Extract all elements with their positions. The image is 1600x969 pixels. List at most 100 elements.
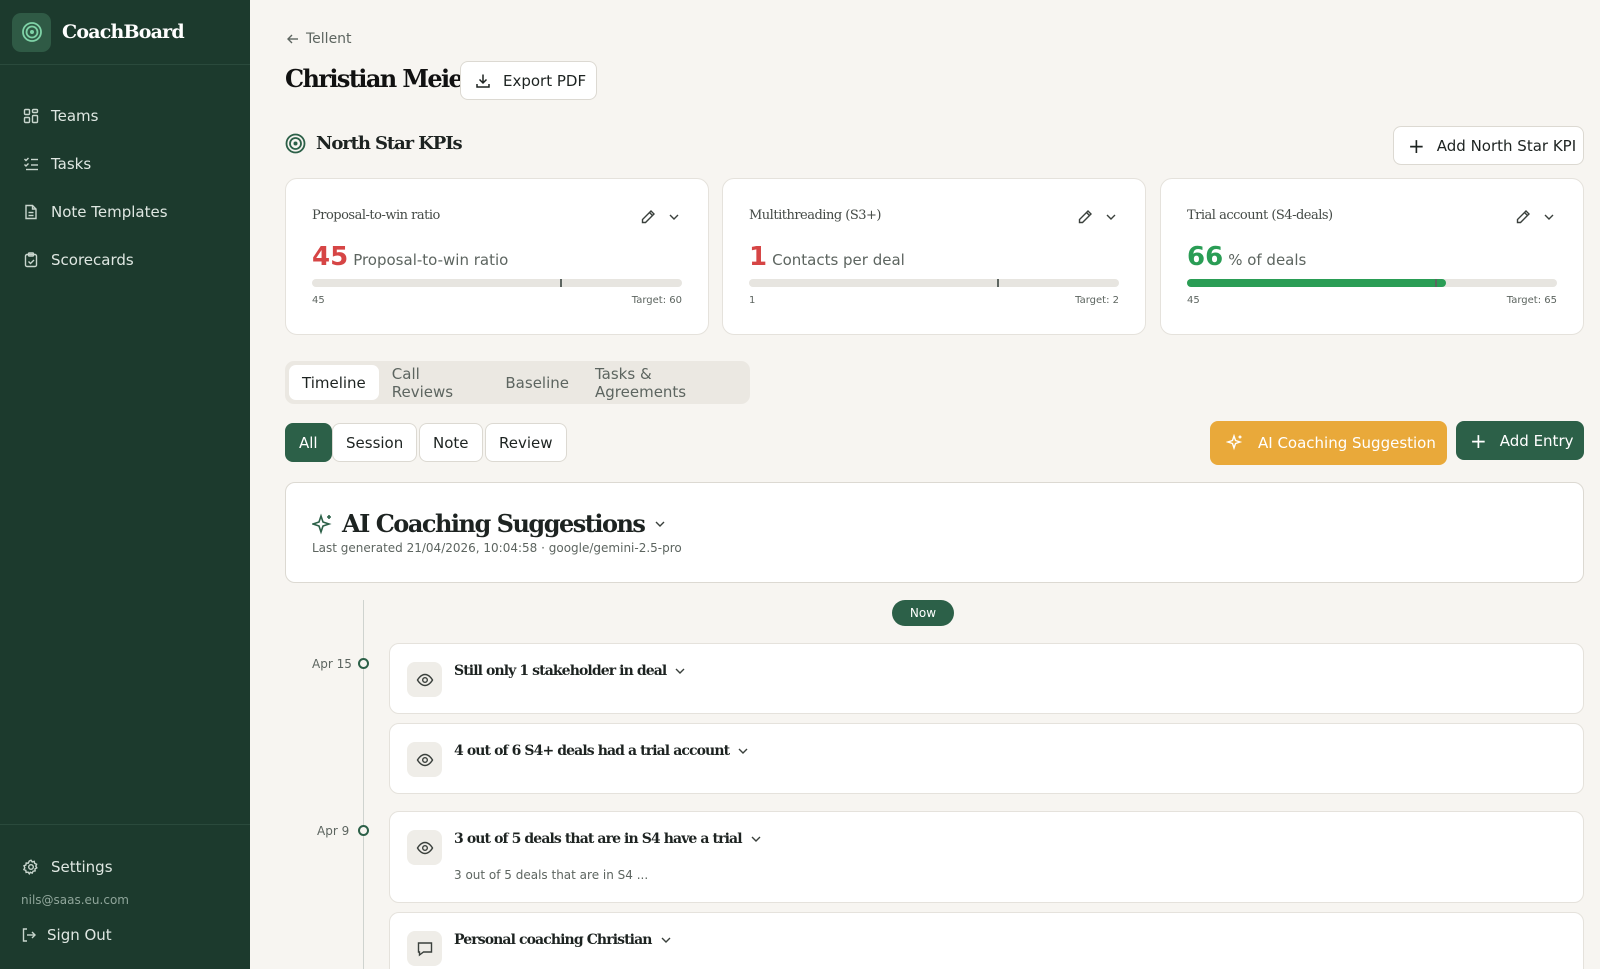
timeline-date: Apr 9 bbox=[317, 824, 350, 838]
sign-out-label: Sign Out bbox=[47, 926, 112, 944]
sidebar-footer: Settings nils@saas.eu.com Sign Out bbox=[0, 824, 250, 969]
add-entry-button[interactable]: + Add Entry bbox=[1456, 421, 1584, 460]
sidebar-item-tasks[interactable]: Tasks bbox=[0, 140, 250, 188]
kpi-actions bbox=[1515, 209, 1555, 225]
kpi-target: Target: 60 bbox=[631, 295, 682, 306]
sidebar-item-scorecards[interactable]: Scorecards bbox=[0, 236, 250, 284]
kpi-title: Proposal-to-win ratio bbox=[312, 208, 440, 223]
entry-preview: 3 out of 5 deals that are in S4 ... bbox=[454, 868, 649, 882]
eye-icon bbox=[407, 742, 442, 777]
target-logo-icon bbox=[12, 12, 51, 52]
chevron-down-icon[interactable] bbox=[1105, 211, 1117, 223]
kpi-target: Target: 65 bbox=[1506, 295, 1557, 306]
kpi-title: Trial account (S4-deals) bbox=[1187, 208, 1333, 223]
grid-icon bbox=[23, 108, 39, 124]
ai-panel-header[interactable]: AI Coaching Suggestions bbox=[312, 509, 666, 538]
export-pdf-button[interactable]: Export PDF bbox=[460, 61, 597, 100]
target-icon bbox=[285, 133, 306, 154]
timeline-entry[interactable]: 4 out of 6 S4+ deals had a trial account bbox=[389, 723, 1584, 794]
export-pdf-label: Export PDF bbox=[503, 71, 587, 90]
kpi-section-header: North Star KPIs bbox=[285, 133, 463, 154]
chevron-down-icon[interactable] bbox=[750, 833, 762, 845]
pencil-icon[interactable] bbox=[1515, 209, 1531, 225]
filter-note[interactable]: Note bbox=[419, 423, 483, 462]
gear-icon bbox=[23, 859, 38, 875]
filter-all[interactable]: All bbox=[285, 423, 332, 462]
sidebar-item-label: Scorecards bbox=[51, 251, 134, 269]
chevron-down-icon[interactable] bbox=[737, 745, 749, 757]
chevron-down-icon[interactable] bbox=[668, 211, 680, 223]
chevron-down-icon[interactable] bbox=[674, 665, 686, 677]
eye-icon bbox=[407, 830, 442, 865]
kpi-progress-bar bbox=[312, 279, 682, 287]
tab-baseline[interactable]: Baseline bbox=[492, 365, 582, 400]
filter-session[interactable]: Session bbox=[332, 423, 418, 462]
entry-title: 4 out of 6 S4+ deals had a trial account bbox=[454, 743, 749, 759]
entry-title-text: 3 out of 5 deals that are in S4 have a t… bbox=[454, 831, 743, 847]
sidebar-item-teams[interactable]: Teams bbox=[0, 92, 250, 140]
kpi-card: Multithreading (S3+) 1 Contacts per deal… bbox=[722, 178, 1146, 335]
sidebar-nav: Teams Tasks Note Templates Scorecards bbox=[0, 65, 250, 284]
timeline-date: Apr 15 bbox=[312, 657, 352, 671]
chevron-down-icon[interactable] bbox=[654, 518, 666, 530]
kpi-actions bbox=[640, 209, 680, 225]
settings-label: Settings bbox=[51, 858, 113, 876]
sidebar-item-note-templates[interactable]: Note Templates bbox=[0, 188, 250, 236]
plus-icon: + bbox=[1408, 133, 1425, 158]
settings-link[interactable]: Settings bbox=[0, 847, 250, 887]
chevron-down-icon[interactable] bbox=[1543, 211, 1555, 223]
entry-title-text: Still only 1 stakeholder in deal bbox=[454, 663, 667, 679]
tab-call-reviews[interactable]: Call Reviews bbox=[379, 365, 493, 401]
timeline-line bbox=[363, 600, 364, 969]
entry-title: Personal coaching Christian bbox=[454, 932, 672, 948]
kpi-baseline: 1 bbox=[749, 295, 756, 306]
user-email: nils@saas.eu.com bbox=[21, 893, 129, 907]
timeline-entry[interactable]: Still only 1 stakeholder in deal bbox=[389, 643, 1584, 714]
ai-panel-subtitle: Last generated 21/04/2026, 10:04:58 · go… bbox=[312, 541, 682, 555]
timeline-entry[interactable]: 3 out of 5 deals that are in S4 have a t… bbox=[389, 811, 1584, 903]
add-north-star-kpi-button[interactable]: + Add North Star KPI bbox=[1393, 126, 1584, 165]
brand[interactable]: CoachBoard bbox=[0, 0, 250, 65]
document-icon bbox=[25, 204, 37, 220]
pencil-icon[interactable] bbox=[1077, 209, 1093, 225]
kpi-unit: Contacts per deal bbox=[772, 251, 905, 269]
filter-review[interactable]: Review bbox=[485, 423, 567, 462]
sidebar-item-label: Note Templates bbox=[51, 203, 168, 221]
ai-coaching-suggestion-button[interactable]: AI Coaching Suggestion bbox=[1210, 421, 1447, 465]
back-link[interactable]: Tellent bbox=[286, 31, 352, 47]
tab-timeline[interactable]: Timeline bbox=[289, 365, 379, 400]
kpi-section-title: North Star KPIs bbox=[316, 133, 463, 154]
kpi-target-marker bbox=[996, 279, 999, 287]
kpi-progress-fill bbox=[1187, 279, 1446, 287]
ai-coaching-suggestion-label: AI Coaching Suggestion bbox=[1258, 434, 1436, 452]
timeline-dot bbox=[358, 658, 369, 669]
timeline-dot bbox=[358, 825, 369, 836]
timeline-entry[interactable]: Personal coaching Christian bbox=[389, 912, 1584, 969]
entry-title: Still only 1 stakeholder in deal bbox=[454, 663, 686, 679]
kpi-value: 66 bbox=[1187, 242, 1224, 272]
kpi-target-marker bbox=[1434, 279, 1437, 287]
ai-panel-title: AI Coaching Suggestions bbox=[342, 509, 646, 538]
chevron-down-icon[interactable] bbox=[660, 934, 672, 946]
kpi-value: 1 bbox=[749, 242, 768, 272]
pencil-icon[interactable] bbox=[640, 209, 656, 225]
kpi-value-row: 66 % of deals bbox=[1187, 242, 1306, 272]
tab-bar: Timeline Call Reviews Baseline Tasks & A… bbox=[285, 361, 750, 404]
kpi-unit: Proposal-to-win ratio bbox=[353, 251, 509, 269]
now-badge: Now bbox=[892, 600, 954, 626]
arrow-left-icon bbox=[287, 34, 298, 44]
tab-tasks-agreements[interactable]: Tasks & Agreements bbox=[582, 365, 750, 401]
sidebar-item-label: Teams bbox=[51, 107, 99, 125]
download-icon bbox=[476, 74, 490, 88]
sign-out-button[interactable]: Sign Out bbox=[0, 915, 250, 955]
sidebar-item-label: Tasks bbox=[51, 155, 92, 173]
ai-suggestions-panel: AI Coaching Suggestions Last generated 2… bbox=[285, 482, 1584, 583]
kpi-value: 45 bbox=[312, 242, 349, 272]
kpi-actions bbox=[1077, 209, 1117, 225]
chat-icon bbox=[407, 931, 442, 966]
kpi-value-row: 45 Proposal-to-win ratio bbox=[312, 242, 508, 272]
kpi-target: Target: 2 bbox=[1075, 295, 1119, 306]
sparkle-icon bbox=[1226, 434, 1243, 451]
main-content: Tellent Christian Meier Export PDF North… bbox=[250, 0, 1600, 969]
eye-icon bbox=[407, 662, 442, 697]
